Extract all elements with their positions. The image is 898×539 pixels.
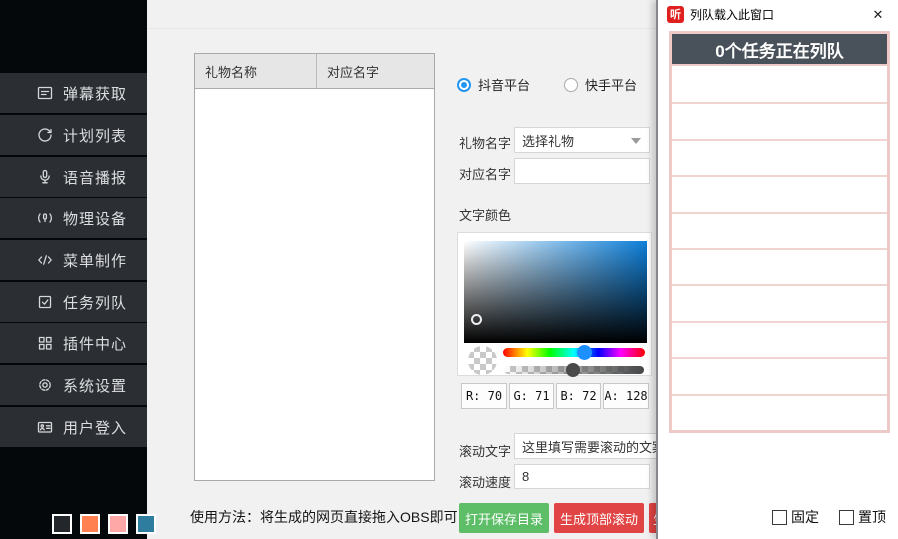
col-gift-name: 礼物名称 <box>195 54 317 88</box>
queue-row[interactable] <box>672 250 887 286</box>
scroll-text-value: 这里填写需要滚动的文案 <box>522 437 664 456</box>
listen-app-icon: 听 <box>667 6 684 23</box>
hue-slider-thumb[interactable] <box>577 345 592 360</box>
sidebar-item-label: 物理设备 <box>63 208 127 229</box>
sidebar-item-label: 插件中心 <box>63 333 127 354</box>
scroll-speed-value: 8 <box>522 469 529 484</box>
gear-icon <box>36 377 53 394</box>
color-picker <box>457 232 652 376</box>
blue-value-input[interactable]: B: 72 <box>556 383 601 409</box>
gift-select-value: 选择礼物 <box>522 131 574 150</box>
gift-name-label: 礼物名字 <box>459 133 511 152</box>
fixed-checkbox[interactable]: 固定 <box>772 507 819 527</box>
queue-row[interactable] <box>672 177 887 213</box>
radio-douyin-label: 抖音平台 <box>478 75 530 94</box>
queue-list: 0个任务正在列队 <box>669 31 890 433</box>
plan-list-icon <box>36 127 53 144</box>
usage-hint: 使用方法：将生成的网页直接拖入OBS即可 <box>190 507 458 527</box>
color-preview-swatch <box>468 346 497 375</box>
mapped-name-input[interactable] <box>514 158 650 184</box>
theme-swatch-teal[interactable] <box>136 514 156 534</box>
red-value-input[interactable]: R: 70 <box>461 383 507 409</box>
gift-select-dropdown[interactable]: 选择礼物 <box>514 127 650 153</box>
app-root: 弹幕获取 计划列表 语音播报 物理设备 菜单制作 任务列队 插件中心 系统设置 <box>0 0 898 539</box>
sidebar-item-login[interactable]: 用户登入 <box>0 407 147 447</box>
sidebar-item-label: 计划列表 <box>63 125 127 146</box>
sidebar-item-label: 弹幕获取 <box>63 83 127 104</box>
gift-table-header: 礼物名称 对应名字 <box>195 54 434 89</box>
theme-swatch-dark[interactable] <box>52 514 72 534</box>
alpha-value-input[interactable]: A: 128 <box>603 383 649 409</box>
hue-slider[interactable] <box>503 348 645 357</box>
scroll-text-label: 滚动文字 <box>459 441 511 460</box>
sidebar-item-label: 菜单制作 <box>63 250 127 271</box>
topmost-checkbox[interactable]: 置顶 <box>839 507 886 527</box>
radio-douyin[interactable]: 抖音平台 <box>457 75 530 94</box>
gift-table: 礼物名称 对应名字 <box>194 53 435 481</box>
radio-unselected-icon <box>564 78 578 92</box>
queue-window-titlebar[interactable]: 听 列队载入此窗口 ✕ <box>658 0 898 28</box>
radio-selected-icon <box>457 78 471 92</box>
plugin-grid-icon <box>36 335 53 352</box>
topmost-label: 置顶 <box>858 507 886 527</box>
checkbox-icon <box>772 510 787 525</box>
queue-window-options: 固定 置顶 <box>772 507 886 527</box>
generate-top-scroll-button[interactable]: 生成顶部滚动 <box>554 503 644 533</box>
queue-row[interactable] <box>672 104 887 140</box>
sidebar-item-danmaku[interactable]: 弹幕获取 <box>0 73 147 113</box>
queue-rows <box>672 68 887 430</box>
queue-row[interactable] <box>672 214 887 250</box>
queue-window-title: 列队载入此窗口 <box>690 6 774 23</box>
theme-swatch-orange[interactable] <box>80 514 100 534</box>
task-check-icon <box>36 294 53 311</box>
mapped-name-label: 对应名字 <box>459 164 511 183</box>
id-card-icon <box>36 419 53 436</box>
queue-row[interactable] <box>672 323 887 359</box>
col-mapped-name: 对应名字 <box>317 54 434 88</box>
danmaku-icon <box>36 85 53 102</box>
queue-row[interactable] <box>672 286 887 322</box>
queue-count-header: 0个任务正在列队 <box>672 34 887 66</box>
scroll-speed-input[interactable]: 8 <box>514 464 650 489</box>
queue-row[interactable] <box>672 359 887 395</box>
sidebar-item-settings[interactable]: 系统设置 <box>0 365 147 405</box>
sidebar-item-label: 用户登入 <box>63 417 127 438</box>
sidebar-item-device[interactable]: 物理设备 <box>0 198 147 238</box>
device-icon <box>36 210 53 227</box>
scroll-text-input[interactable]: 这里填写需要滚动的文案 <box>514 433 664 459</box>
sidebar-item-menu-maker[interactable]: 菜单制作 <box>0 240 147 280</box>
sidebar: 弹幕获取 计划列表 语音播报 物理设备 菜单制作 任务列队 插件中心 系统设置 <box>0 0 147 539</box>
theme-swatch-pink[interactable] <box>108 514 128 534</box>
green-value-input[interactable]: G: 71 <box>509 383 554 409</box>
sv-cursor[interactable] <box>471 314 482 325</box>
radio-kuaishou-label: 快手平台 <box>585 75 637 94</box>
sidebar-item-label: 语音播报 <box>63 167 127 188</box>
queue-row[interactable] <box>672 396 887 430</box>
saturation-value-area[interactable] <box>464 241 647 343</box>
radio-kuaishou[interactable]: 快手平台 <box>564 75 637 94</box>
platform-radio-group: 抖音平台 快手平台 <box>457 75 637 94</box>
alpha-slider-thumb[interactable] <box>566 363 580 377</box>
sidebar-item-label: 系统设置 <box>63 375 127 396</box>
open-save-dir-button[interactable]: 打开保存目录 <box>459 503 549 533</box>
queue-window: 听 列队载入此窗口 ✕ 0个任务正在列队 固定 <box>656 0 898 539</box>
code-icon <box>36 252 53 269</box>
sidebar-item-plugin-center[interactable]: 插件中心 <box>0 323 147 363</box>
queue-row[interactable] <box>672 141 887 177</box>
theme-swatches <box>52 514 156 534</box>
fixed-label: 固定 <box>791 507 819 527</box>
text-color-label: 文字颜色 <box>459 205 511 224</box>
scroll-speed-label: 滚动速度 <box>459 472 511 491</box>
checkbox-icon <box>839 510 854 525</box>
sidebar-item-label: 任务列队 <box>63 292 127 313</box>
sidebar-item-voice[interactable]: 语音播报 <box>0 157 147 197</box>
sidebar-item-task-queue[interactable]: 任务列队 <box>0 282 147 322</box>
sidebar-item-plan-list[interactable]: 计划列表 <box>0 115 147 155</box>
queue-row[interactable] <box>672 68 887 104</box>
chevron-down-icon <box>631 138 641 144</box>
close-icon[interactable]: ✕ <box>868 5 888 25</box>
microphone-icon <box>36 169 53 186</box>
